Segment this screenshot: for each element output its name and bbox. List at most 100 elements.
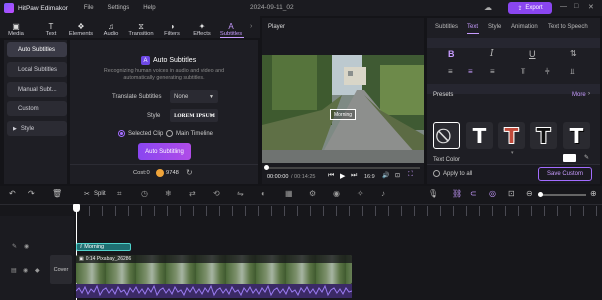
more-link[interactable]: More	[572, 92, 586, 98]
tool-filters[interactable]: ◑ Filters	[158, 17, 186, 37]
time-ruler[interactable]	[76, 206, 602, 216]
auto-subtitling-button[interactable]: Auto Subtitling	[138, 143, 191, 160]
zoom-in-icon[interactable]: ⊕	[590, 189, 597, 198]
align-center-icon[interactable]: ≡	[468, 67, 473, 76]
align-bottom-icon[interactable]: ⫫	[570, 67, 575, 77]
tts-icon[interactable]: ♪	[381, 189, 385, 198]
link-icon[interactable]: ⛓	[452, 189, 462, 198]
reverse-icon[interactable]: ⇄	[189, 189, 196, 198]
playhead-handle[interactable]	[73, 204, 80, 212]
mute-icon[interactable]: ◆	[35, 267, 40, 274]
speed-icon[interactable]: ◷	[141, 189, 148, 198]
next-frame-icon[interactable]: ⏭	[351, 172, 357, 180]
preset-red-outline[interactable]: T	[498, 122, 525, 149]
radio-selected-clip[interactable]: Selected Clip	[118, 130, 163, 137]
crop-icon[interactable]: ⌗	[117, 189, 122, 199]
adjust-icon[interactable]: ⚙	[309, 189, 316, 198]
magnet-icon[interactable]: ⊂	[470, 189, 477, 198]
snapshot-icon[interactable]: ⊡	[395, 172, 400, 179]
tool-audio[interactable]: ♫ Audio	[97, 17, 125, 37]
zoom-out-icon[interactable]: ⊖	[526, 189, 533, 198]
nav-custom[interactable]: Custom	[7, 101, 67, 116]
menu-help[interactable]: Help	[143, 5, 155, 11]
minimize-icon[interactable]: —	[560, 3, 567, 10]
tab-text-to-speech[interactable]: Text to Speech	[548, 24, 588, 30]
apply-to-all-checkbox[interactable]: Apply to all	[433, 170, 472, 177]
tool-transition[interactable]: ⧖ Transition	[127, 17, 155, 37]
text-case-icon[interactable]: ⇅	[570, 49, 577, 58]
video-preview[interactable]: Morning	[262, 55, 424, 163]
menu-settings[interactable]: Settings	[108, 5, 130, 11]
scrubber-track[interactable]	[266, 167, 420, 169]
play-icon[interactable]: ▶	[340, 172, 345, 180]
video-clip[interactable]: ▣ 0:14 Pixabay_26286	[76, 255, 352, 284]
preset-none[interactable]: ⃠	[433, 122, 460, 149]
italic-icon[interactable]: I	[490, 49, 494, 59]
close-icon[interactable]: ✕	[588, 3, 594, 11]
tab-style[interactable]: Style	[488, 24, 501, 30]
nav-local-subtitles[interactable]: Local Subtitles	[7, 62, 67, 77]
maximize-icon[interactable]: □	[574, 3, 578, 10]
export-button[interactable]: ⇪ Export	[508, 2, 552, 14]
scrubber-handle[interactable]	[264, 165, 269, 170]
mosaic-icon[interactable]: ▦	[285, 189, 293, 198]
underline-icon[interactable]: U	[529, 49, 536, 59]
chevron-right-icon[interactable]: ›	[588, 91, 590, 97]
radio-main-timeline[interactable]: Main Timeline	[166, 130, 213, 137]
mirror-icon[interactable]: ⇋	[237, 189, 244, 198]
mic-icon[interactable]: 🎙	[428, 189, 438, 198]
style-select[interactable]: LOREM IPSUM ▼	[170, 109, 218, 122]
fullscreen-icon[interactable]: ⛶	[408, 171, 413, 179]
aspect-ratio[interactable]: 16:9	[364, 174, 375, 180]
eye-icon[interactable]: ◉	[23, 267, 28, 274]
preview-icon[interactable]: ◎	[489, 189, 496, 198]
ai-icon[interactable]: ✧	[357, 189, 364, 198]
tab-text[interactable]: Text	[467, 24, 478, 30]
text-color-swatch[interactable]	[563, 154, 576, 162]
delete-icon[interactable]: 🗑	[52, 189, 62, 198]
cloud-icon[interactable]: ☁	[484, 3, 492, 12]
tool-media[interactable]: ▣ Media	[2, 17, 30, 37]
eyedropper-icon[interactable]: ✎	[584, 154, 589, 161]
tool-effects[interactable]: ✦ Effects	[188, 17, 216, 37]
prev-frame-icon[interactable]: ⏮	[328, 172, 334, 180]
nav-auto-subtitles[interactable]: Auto Subtitles	[7, 42, 67, 57]
split-label[interactable]: Split	[94, 191, 106, 197]
align-middle-icon[interactable]: ⫩	[545, 67, 550, 77]
cover-button[interactable]: Cover	[50, 255, 72, 284]
audio-waveform[interactable]	[76, 284, 352, 298]
preset-shadow[interactable]: T	[563, 122, 590, 149]
save-custom-button[interactable]: Save Custom	[538, 167, 592, 181]
tool-text[interactable]: T Text	[37, 17, 65, 37]
translate-select[interactable]: None ▼	[170, 90, 218, 103]
subtitle-clip[interactable]: ⫽ Morning	[76, 243, 131, 251]
undo-icon[interactable]: ↶	[9, 189, 16, 198]
chevron-right-icon[interactable]: ›	[250, 23, 252, 30]
refresh-icon[interactable]: ↻	[186, 168, 193, 177]
eye-icon[interactable]: ◉	[24, 243, 29, 250]
align-top-icon[interactable]: ⫪	[521, 67, 526, 77]
redo-icon[interactable]: ↷	[28, 189, 35, 198]
tab-animation[interactable]: Animation	[511, 24, 538, 30]
zoom-slider-track[interactable]	[540, 194, 586, 196]
align-left-icon[interactable]: ≡	[448, 67, 453, 76]
rotate-icon[interactable]: ⟲	[213, 189, 220, 198]
menu-file[interactable]: File	[84, 5, 94, 11]
mask-icon[interactable]: ◐	[261, 189, 266, 198]
preset-white[interactable]: T	[466, 122, 493, 149]
tool-elements[interactable]: ❖ Elements	[67, 17, 95, 37]
align-right-icon[interactable]: ≡	[490, 67, 495, 76]
subtitle-overlay[interactable]: Morning	[330, 109, 356, 120]
bold-icon[interactable]: B	[448, 49, 455, 59]
preset-black-outline[interactable]: T	[530, 122, 557, 149]
nav-style[interactable]: ▶ Style	[7, 121, 67, 136]
chevron-down-icon[interactable]: ▾	[511, 150, 514, 156]
zoom-slider-handle[interactable]	[538, 192, 543, 197]
split-icon[interactable]: ✂	[84, 190, 90, 198]
volume-icon[interactable]: 🔊	[382, 172, 389, 179]
edit-icon[interactable]: ✎	[12, 243, 17, 250]
freeze-icon[interactable]: ❄	[165, 189, 172, 198]
nav-manual-subtitles[interactable]: Manual Subt...	[7, 82, 67, 97]
tool-subtitles[interactable]: A Subtitles	[217, 17, 245, 37]
lock-icon[interactable]: ▤	[11, 267, 17, 274]
